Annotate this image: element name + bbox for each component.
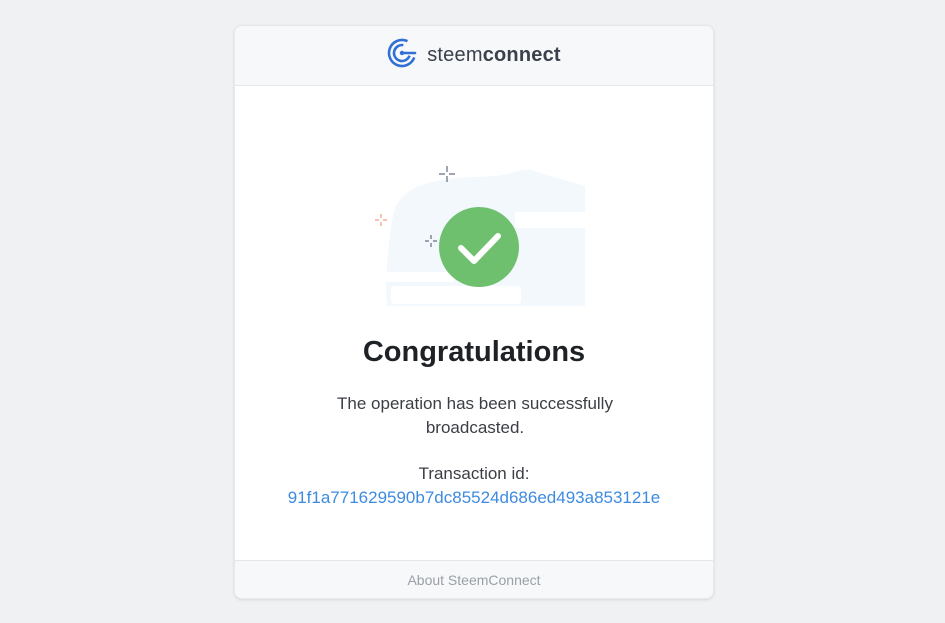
steemconnect-logo-icon [387, 38, 417, 73]
transaction-label: Transaction id: [418, 464, 530, 483]
card-body: Congratulations The operation has been s… [235, 86, 713, 562]
success-check-icon [439, 207, 519, 287]
brand-name-bold: connect [482, 44, 561, 66]
success-card: steemconnect Congratulations The operati… [234, 25, 714, 599]
brand-name-light: steem [427, 44, 483, 66]
success-message: The operation has been successfully broa… [337, 394, 613, 437]
steemconnect-logo[interactable]: steemconnect [387, 38, 561, 73]
page-title: Congratulations [362, 336, 586, 368]
card-footer: About SteemConnect [235, 560, 713, 598]
transaction-id-link[interactable]: 91f1a771629590b7dc85524d686ed493a853121e [235, 488, 713, 508]
card-header: steemconnect [235, 26, 713, 86]
about-link[interactable]: About SteemConnect [407, 572, 540, 588]
success-illustration [375, 166, 585, 306]
sparkle-icon-orange [375, 214, 387, 226]
brand-name: steemconnect [427, 44, 561, 67]
